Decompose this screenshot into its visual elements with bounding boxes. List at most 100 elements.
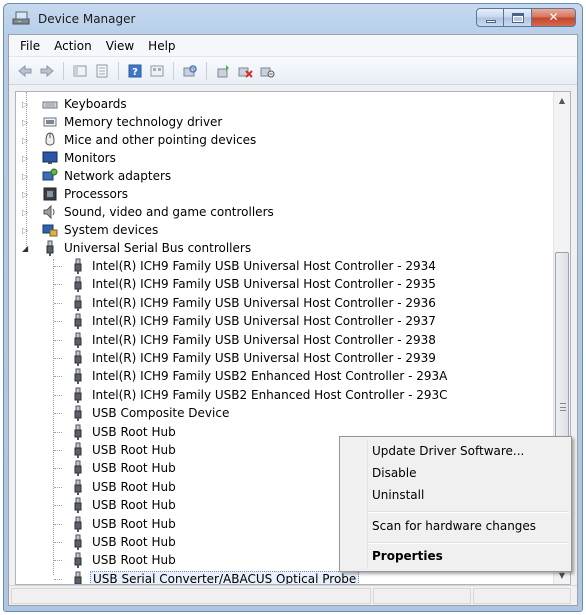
usb-device-row[interactable]: Intel(R) ICH9 Family USB2 Enhanced Host …	[16, 367, 556, 385]
usb-device-icon	[74, 368, 82, 384]
tree-guide-branch	[54, 487, 62, 488]
usb-device-icon	[74, 497, 82, 513]
tree-guide-branch	[54, 358, 62, 359]
status-pane-main	[11, 588, 371, 604]
tree-guide-branch	[54, 524, 62, 525]
show-hide-tree-button[interactable]	[70, 61, 90, 81]
menu-separator	[368, 511, 569, 513]
menu-help[interactable]: Help	[141, 37, 182, 55]
update-driver-button[interactable]	[213, 61, 233, 81]
expand-arrow-icon[interactable]: ▷	[22, 100, 31, 109]
usb-device-label: USB Root Hub	[92, 517, 176, 531]
mouse-icon	[45, 132, 55, 146]
category-sound-video-game[interactable]: ▷ Sound, video and game controllers	[16, 203, 556, 221]
expand-arrow-icon[interactable]: ▷	[22, 208, 31, 217]
usb-device-row[interactable]: Intel(R) ICH9 Family USB Universal Host …	[16, 312, 556, 330]
usb-device-icon	[74, 295, 82, 311]
menu-action[interactable]: Action	[47, 37, 99, 55]
category-memory-technology-driver[interactable]: ▷ Memory technology driver	[16, 113, 556, 131]
usb-device-label: Intel(R) ICH9 Family USB Universal Host …	[92, 259, 436, 273]
expand-arrow-icon[interactable]: ▷	[22, 172, 31, 181]
expand-arrow-icon[interactable]: ▷	[22, 118, 31, 127]
usb-device-label: Intel(R) ICH9 Family USB Universal Host …	[92, 333, 436, 347]
usb-device-label: Intel(R) ICH9 Family USB2 Enhanced Host …	[92, 388, 448, 402]
tree-guide-branch	[54, 321, 62, 322]
usb-device-row[interactable]: Intel(R) ICH9 Family USB Universal Host …	[16, 294, 556, 312]
category-network-adapters[interactable]: ▷ Network adapters	[16, 167, 556, 185]
network-adapter-icon	[42, 168, 58, 181]
window-title: Device Manager	[38, 12, 136, 26]
category-mice[interactable]: ▷ Mice and other pointing devices	[16, 131, 556, 149]
category-label: Network adapters	[64, 169, 172, 183]
caption-buttons: ✕	[476, 8, 576, 28]
status-bar	[9, 585, 577, 605]
category-usb-controllers[interactable]: ◢ Universal Serial Bus controllers	[16, 239, 556, 257]
usb-device-icon	[74, 313, 82, 329]
maximize-button[interactable]	[504, 8, 532, 27]
status-pane	[473, 588, 571, 604]
usb-icon	[46, 240, 54, 256]
usb-device-icon	[74, 534, 82, 550]
usb-device-row[interactable]: USB Composite Device	[16, 404, 556, 422]
expand-arrow-icon[interactable]: ▷	[22, 190, 31, 199]
show-hide-tree-icon	[73, 65, 87, 76]
category-label: Memory technology driver	[64, 115, 223, 129]
properties-button[interactable]	[92, 61, 112, 81]
usb-device-label: USB Root Hub	[92, 461, 176, 475]
tree-guide-branch	[54, 395, 62, 396]
menu-file[interactable]: File	[13, 37, 47, 55]
menu-view[interactable]: View	[99, 37, 141, 55]
usb-device-icon	[74, 442, 82, 458]
minimize-button[interactable]	[476, 8, 504, 27]
category-processors[interactable]: ▷ Processors	[16, 185, 556, 203]
tree-guide-branch	[54, 468, 62, 469]
usb-device-row[interactable]: Intel(R) ICH9 Family USB Universal Host …	[16, 331, 556, 349]
view-icon	[150, 65, 164, 76]
tree-guide-branch	[54, 560, 62, 561]
expand-arrow-icon[interactable]: ▷	[22, 226, 31, 235]
usb-device-row[interactable]: Intel(R) ICH9 Family USB Universal Host …	[16, 349, 556, 367]
disable-button[interactable]	[257, 61, 277, 81]
title-bar[interactable]: Device Manager ✕	[4, 4, 582, 34]
category-monitors[interactable]: ▷ Monitors	[16, 149, 556, 167]
forward-button[interactable]	[37, 61, 57, 81]
usb-device-row[interactable]: Intel(R) ICH9 Family USB Universal Host …	[16, 257, 556, 275]
category-label: Processors	[64, 187, 129, 201]
usb-device-label: USB Serial Converter/ABACUS Optical Prob…	[90, 571, 360, 584]
usb-device-label: Intel(R) ICH9 Family USB Universal Host …	[92, 351, 436, 365]
category-system-devices[interactable]: ▷ System devices	[16, 221, 556, 239]
menu-item-disable[interactable]: Disable	[372, 466, 417, 480]
uninstall-icon	[238, 67, 253, 78]
update-driver-icon	[217, 64, 229, 77]
scroll-up-arrow-icon[interactable]: ▲	[554, 92, 570, 109]
menu-item-scan-hardware[interactable]: Scan for hardware changes	[372, 519, 536, 533]
category-keyboards[interactable]: ▷ Keyboards	[16, 95, 556, 113]
collapse-arrow-icon[interactable]: ◢	[22, 244, 31, 253]
close-button[interactable]: ✕	[532, 8, 576, 27]
usb-device-row[interactable]: Intel(R) ICH9 Family USB2 Enhanced Host …	[16, 386, 556, 404]
scan-hardware-icon	[183, 64, 197, 76]
back-icon	[18, 64, 32, 77]
usb-device-label: Intel(R) ICH9 Family USB Universal Host …	[92, 314, 436, 328]
close-icon: ✕	[548, 10, 559, 24]
scan-hardware-button[interactable]	[180, 61, 200, 81]
back-button[interactable]	[15, 61, 35, 81]
uninstall-button[interactable]	[235, 61, 255, 81]
menu-item-uninstall[interactable]: Uninstall	[372, 488, 424, 502]
usb-device-label: USB Root Hub	[92, 443, 176, 457]
category-label: Mice and other pointing devices	[64, 133, 257, 147]
tree-guide-branch	[54, 376, 62, 377]
help-button[interactable]: ?	[125, 61, 145, 81]
usb-device-row[interactable]: Intel(R) ICH9 Family USB Universal Host …	[16, 275, 556, 293]
view-button[interactable]	[147, 61, 167, 81]
expand-arrow-icon[interactable]: ▷	[22, 154, 31, 163]
disable-icon	[260, 67, 275, 77]
usb-device-icon	[74, 516, 82, 532]
menu-item-properties[interactable]: Properties	[372, 549, 443, 563]
expand-arrow-icon[interactable]: ▷	[22, 136, 31, 145]
usb-device-row[interactable]: USB Serial Converter/ABACUS Optical Prob…	[16, 570, 556, 584]
forward-icon	[40, 64, 54, 77]
tree-guide-branch	[54, 284, 62, 285]
menu-item-update-driver[interactable]: Update Driver Software...	[372, 444, 524, 458]
tree-guide-branch	[54, 542, 62, 543]
